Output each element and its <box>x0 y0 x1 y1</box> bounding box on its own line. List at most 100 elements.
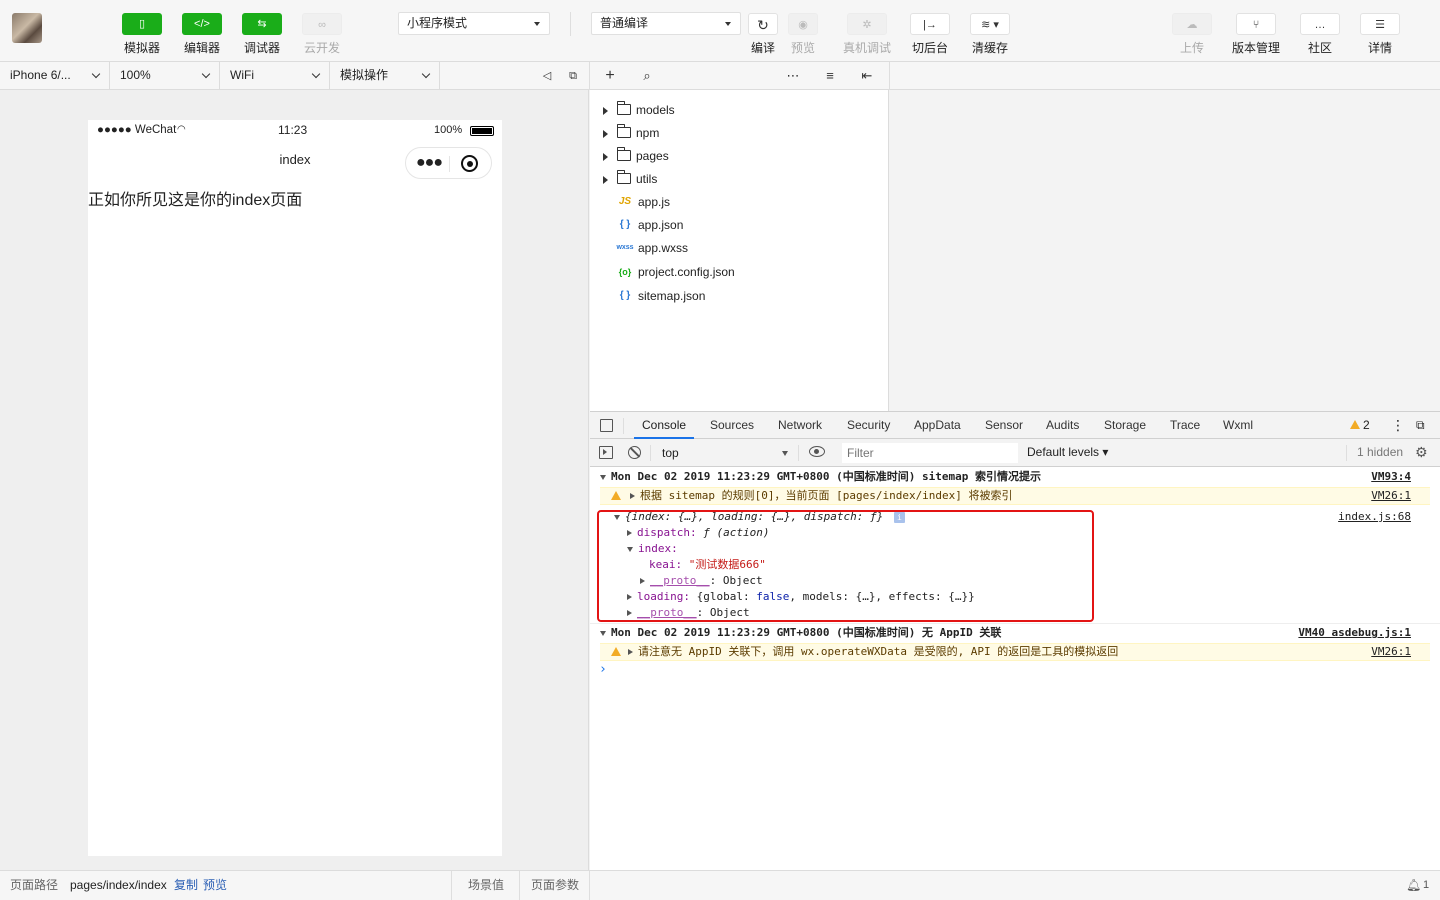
tree-folder-npm[interactable]: npm <box>590 122 889 144</box>
undock-icon[interactable]: ⧉ <box>1416 412 1425 439</box>
clear-console-icon[interactable] <box>628 446 641 459</box>
warning-icon <box>611 491 621 500</box>
context-select[interactable]: top <box>656 442 792 464</box>
compile-mode-select[interactable]: 普通编译 <box>591 12 741 35</box>
tree-folder-pages[interactable]: pages <box>590 145 889 167</box>
background-button[interactable]: |→ 切后台 <box>900 13 960 56</box>
console-output: Mon Dec 02 2019 11:23:29 GMT+0800 (中国标准时… <box>590 467 1440 870</box>
kebab-menu-icon[interactable]: ⋮ <box>1391 412 1405 439</box>
status-time: 11:23 <box>278 123 308 137</box>
cloud-upload-icon: ☁ <box>1172 13 1212 35</box>
mode-select[interactable]: 小程序模式 <box>398 12 550 35</box>
wifi-icon: ◠ <box>177 124 186 135</box>
simulate-operation-select[interactable]: 模拟操作 <box>330 62 440 89</box>
sidebar-toggle-icon[interactable] <box>599 446 613 459</box>
status-footer: 页面路径 pages/index/index 复制 预览 场景值 页面参数 🔔︎… <box>0 870 1440 900</box>
tab-network[interactable]: Network <box>778 412 822 439</box>
close-target-icon[interactable] <box>461 155 478 172</box>
tree-file-app-wxss[interactable]: wxss app.wxss <box>590 237 889 259</box>
tab-trace[interactable]: Trace <box>1170 412 1200 439</box>
tree-file-app-js[interactable]: JS app.js <box>590 191 889 213</box>
tab-storage[interactable]: Storage <box>1104 412 1146 439</box>
tree-folder-models[interactable]: models <box>590 99 889 121</box>
version-button[interactable]: ⑂ 版本管理 <box>1226 13 1286 56</box>
hidden-count: 1 hidden <box>1357 445 1404 459</box>
page-content-text: 正如你所见这是你的index页面 <box>88 192 303 209</box>
source-link[interactable]: VM26:1 <box>1371 644 1411 660</box>
source-link[interactable]: index.js:68 <box>1338 509 1411 525</box>
tab-console[interactable]: Console <box>634 412 695 439</box>
gear-icon[interactable]: ⚙ <box>1415 439 1428 466</box>
page-path-label: 页面路径 <box>10 878 59 892</box>
cloud-link-icon: ∞ <box>302 13 342 35</box>
copy-path-link[interactable]: 复制 <box>174 871 198 900</box>
caret-down-icon <box>534 22 540 26</box>
divider <box>451 871 452 900</box>
popout-icon[interactable]: ⧉ <box>564 67 582 85</box>
zoom-select[interactable]: 100% <box>110 62 220 89</box>
eye-icon[interactable] <box>809 446 825 457</box>
tab-audits[interactable]: Audits <box>1046 412 1079 439</box>
capsule-menu: ●●● <box>405 147 492 179</box>
device-select[interactable]: iPhone 6/... <box>0 62 110 89</box>
tab-appdata[interactable]: AppData <box>914 412 961 439</box>
cloud-dev-button[interactable]: ∞ 云开发 <box>292 13 352 56</box>
folder-icon <box>616 170 631 184</box>
bell-icon[interactable]: 🔔︎ <box>1406 871 1421 900</box>
collapse-all-icon[interactable]: ≡ <box>821 67 839 85</box>
tree-file-sitemap-json[interactable]: { } sitemap.json <box>590 285 889 307</box>
tab-wxml[interactable]: Wxml <box>1223 412 1253 439</box>
preview-link[interactable]: 预览 <box>203 871 227 900</box>
upload-button[interactable]: ☁ 上传 <box>1162 13 1222 56</box>
search-icon[interactable]: ⌕ <box>638 67 656 85</box>
divider <box>1346 445 1347 461</box>
avatar[interactable] <box>12 13 42 43</box>
source-link[interactable]: VM40 asdebug.js:1 <box>1298 625 1411 641</box>
tree-file-project-config[interactable]: {o} project.config.json <box>590 261 889 283</box>
volume-icon[interactable]: ◁ <box>538 67 556 85</box>
phone-screen: ●●●●● WeChat ◠ 11:23 100% index ●●● 正如你所… <box>88 120 502 856</box>
scene-value-button[interactable]: 场景值 <box>468 871 504 900</box>
more-icon[interactable]: ⋯ <box>784 67 802 85</box>
community-button[interactable]: … 社区 <box>1290 13 1350 56</box>
network-select[interactable]: WiFi <box>220 62 330 89</box>
add-icon[interactable]: + <box>601 67 619 85</box>
bug-icon: ✲ <box>847 13 887 35</box>
warning-count: 2 <box>1363 418 1370 432</box>
console-filter-bar: top Default levels ▾ 1 hidden ⚙ <box>590 439 1440 467</box>
clear-cache-button[interactable]: ≋ ▾ 清缓存 <box>960 13 1020 56</box>
debugger-button[interactable]: ⇆ 调试器 <box>232 13 292 56</box>
eye-icon: ◉ <box>788 13 818 35</box>
json-file-icon: { } <box>619 219 631 230</box>
console-prompt[interactable]: › <box>599 662 607 678</box>
source-link[interactable]: VM93:4 <box>1371 469 1411 485</box>
tree-folder-utils[interactable]: utils <box>590 168 889 190</box>
console-warning-row[interactable]: 根据 sitemap 的规则[0]，当前页面 [pages/index/inde… <box>600 487 1430 505</box>
details-button[interactable]: ☰ 详情 <box>1350 13 1410 56</box>
console-filter-input[interactable] <box>842 443 1018 463</box>
console-warning-row[interactable]: 请注意无 AppID 关联下，调用 wx.operateWXData 是受限的,… <box>600 643 1430 661</box>
preview-button[interactable]: ◉ 预览 <box>773 13 833 56</box>
divider <box>623 418 624 434</box>
tab-sensor[interactable]: Sensor <box>985 412 1023 439</box>
page-params-button[interactable]: 页面参数 <box>531 871 579 900</box>
row-divider <box>590 623 1440 624</box>
warning-icon[interactable] <box>1350 420 1360 429</box>
chat-bubble-icon: … <box>1300 13 1340 35</box>
folder-icon <box>616 101 631 115</box>
editor-button[interactable]: </> 编辑器 <box>172 13 232 56</box>
source-link[interactable]: VM26:1 <box>1371 488 1411 504</box>
more-dots-icon[interactable]: ●●● <box>416 154 443 172</box>
console-group-header[interactable]: Mon Dec 02 2019 11:23:29 GMT+0800 (中国标准时… <box>600 469 1041 485</box>
simulator-button[interactable]: ▯ 模拟器 <box>112 13 172 56</box>
collapse-panel-icon[interactable]: ⇤ <box>858 67 876 85</box>
js-file-icon: JS <box>618 196 632 207</box>
tab-sources[interactable]: Sources <box>710 412 754 439</box>
log-levels-select[interactable]: Default levels ▾ <box>1027 439 1108 466</box>
battery-percent: 100% <box>434 124 463 136</box>
console-group-header[interactable]: Mon Dec 02 2019 11:23:29 GMT+0800 (中国标准时… <box>600 625 1001 641</box>
inspect-element-icon[interactable] <box>600 419 613 432</box>
tree-file-app-json[interactable]: { } app.json <box>590 214 889 236</box>
remote-debug-button[interactable]: ✲ 真机调试 <box>837 13 897 56</box>
tab-security[interactable]: Security <box>847 412 890 439</box>
